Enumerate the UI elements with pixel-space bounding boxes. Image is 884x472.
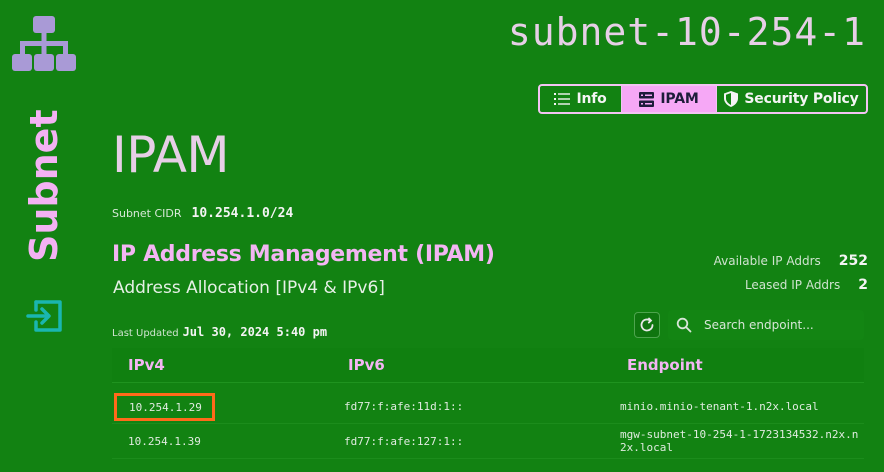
- leased-ip-value: 2: [858, 277, 868, 293]
- last-updated-value: Jul 30, 2024 5:40 pm: [182, 325, 328, 339]
- endpoint-cell: mgw-subnet-10-254-1-1723134532.n2x.n2x.l…: [620, 428, 859, 454]
- ipv6-cell: fd77:f:afe:11d:1::: [344, 399, 464, 413]
- column-header-ipv4[interactable]: IPv4: [128, 348, 165, 382]
- ipv6-cell: fd77:f:afe:127:1::: [344, 434, 464, 448]
- refresh-icon: [640, 317, 654, 332]
- search-endpoint: [668, 310, 864, 340]
- resource-kind-label: Subnet: [22, 109, 66, 262]
- tab-info-label: Info: [576, 91, 607, 107]
- tab-info[interactable]: Info: [540, 86, 622, 112]
- column-header-endpoint[interactable]: Endpoint: [627, 348, 703, 382]
- column-header-ipv6[interactable]: IPv6: [348, 348, 385, 382]
- endpoint-cell: minio.minio-tenant-1.n2x.local: [620, 399, 819, 413]
- exit-icon[interactable]: [26, 296, 66, 336]
- subnet-cidr: Subnet CIDR 10.254.1.0/24: [112, 206, 293, 221]
- ipv4-cell[interactable]: 10.254.1.29: [114, 393, 215, 421]
- ip-stats: Available IP Addrs 252 Leased IP Addrs 2: [714, 249, 868, 297]
- last-updated-label: Last Updated: [112, 328, 179, 339]
- available-ip-value: 252: [838, 253, 868, 269]
- available-ip-label: Available IP Addrs: [713, 254, 821, 268]
- page-heading: IPAM: [112, 126, 230, 184]
- subnet-cidr-label: Subnet CIDR: [112, 207, 182, 220]
- list-icon: [554, 93, 571, 105]
- search-icon: [676, 317, 692, 333]
- table-row[interactable]: 10.254.1.29 fd77:f:afe:11d:1:: minio.min…: [112, 389, 864, 424]
- tab-ipam[interactable]: IPAM: [622, 86, 716, 112]
- ipv4-cell[interactable]: 10.254.1.39: [128, 424, 201, 458]
- resource-name-title: subnet-10-254-1: [507, 10, 866, 54]
- leased-ip-stat: Leased IP Addrs 2: [714, 273, 868, 297]
- tab-security-policy[interactable]: Security Policy: [716, 86, 866, 112]
- table-row[interactable]: 10.254.1.39 fd77:f:afe:127:1:: mgw-subne…: [112, 424, 864, 459]
- view-tabs: Info IPAM Security Policy: [538, 84, 868, 114]
- available-ip-stat: Available IP Addrs 252: [714, 249, 868, 273]
- leased-ip-label: Leased IP Addrs: [744, 278, 841, 292]
- subnet-cidr-value: 10.254.1.0/24: [191, 206, 294, 221]
- last-updated: Last Updated Jul 30, 2024 5:40 pm: [112, 325, 327, 339]
- shield-icon: [724, 91, 739, 107]
- section-subtitle: Address Allocation [IPv4 & IPv6]: [113, 278, 385, 298]
- refresh-button[interactable]: [634, 312, 660, 338]
- network-logo-icon: [12, 16, 76, 72]
- tab-security-policy-label: Security Policy: [744, 91, 859, 107]
- search-endpoint-input[interactable]: [702, 317, 856, 333]
- section-title: IP Address Management (IPAM): [112, 242, 495, 267]
- tab-ipam-label: IPAM: [660, 91, 699, 107]
- server-icon: [639, 91, 655, 107]
- ipam-table-header: IPv4 IPv6 Endpoint: [112, 348, 864, 383]
